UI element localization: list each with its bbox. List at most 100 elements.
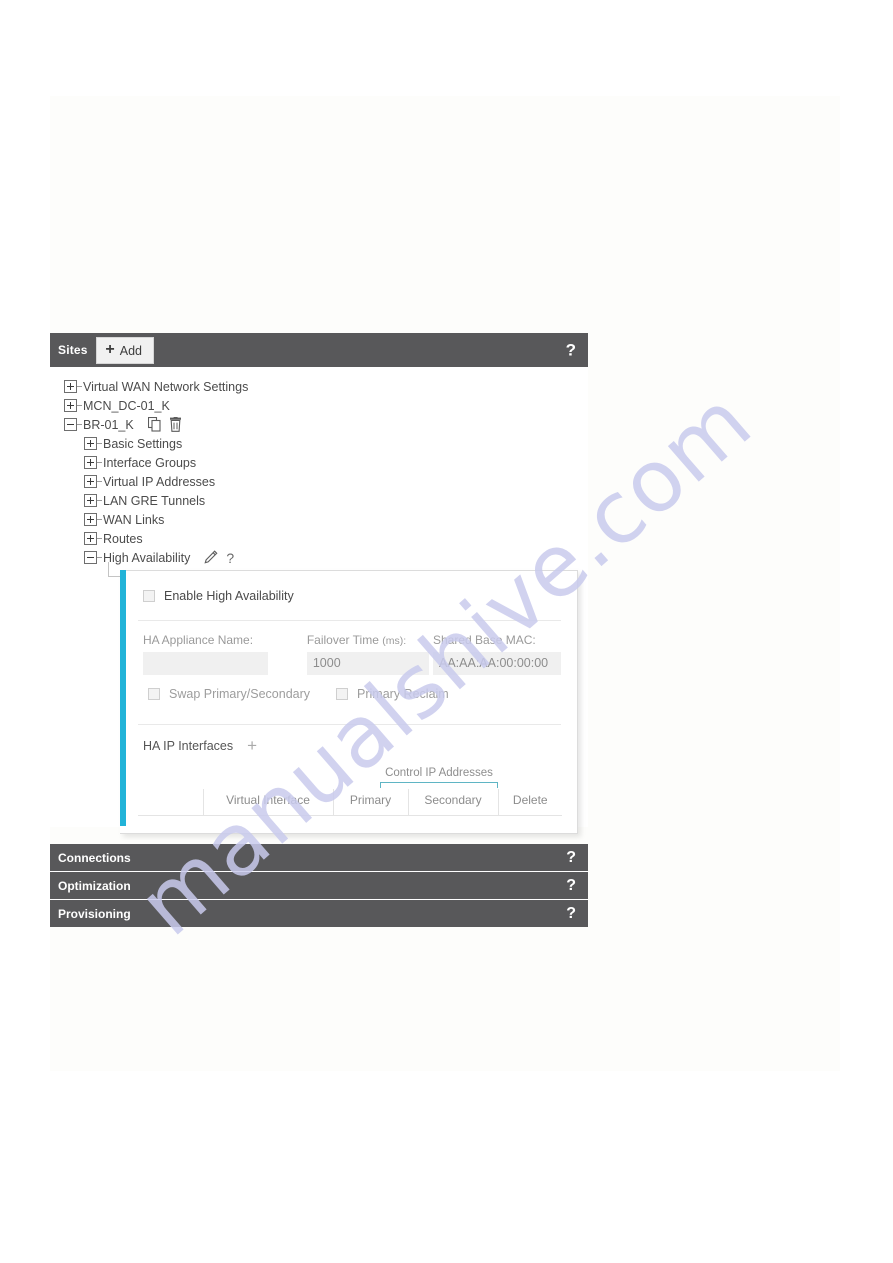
section-label: Optimization [58, 878, 131, 893]
failover-time-label-text: Failover Time [306, 633, 379, 647]
sites-tree: Virtual WAN Network Settings MCN_DC-01_K… [50, 377, 588, 567]
primary-reclaim-label: Primary Reclaim [357, 687, 449, 701]
section-label: Connections [58, 850, 131, 865]
ha-enable-section: Enable High Availability [138, 571, 561, 621]
tree-item-basic-settings[interactable]: Basic Settings [64, 434, 588, 453]
table-col-spacer [138, 789, 204, 816]
failover-time-label: Failover Time (ms): [307, 633, 433, 647]
shared-base-mac-label: Shared Base MAC: [433, 633, 536, 647]
swap-primary-secondary-group[interactable]: Swap Primary/Secondary [148, 687, 310, 701]
tree-item-virtual-wan-network-settings[interactable]: Virtual WAN Network Settings [64, 377, 588, 396]
page-title: Sites [58, 343, 88, 357]
add-site-button[interactable]: + Add [95, 337, 154, 364]
enable-high-availability-label: Enable High Availability [164, 588, 294, 603]
connections-help-icon[interactable]: ? [566, 849, 576, 866]
control-ip-addresses-label: Control IP Addresses [385, 767, 493, 779]
ha-ip-interfaces-section: HA IP Interfaces + Control IP Addresses [138, 725, 562, 833]
section-bar-provisioning[interactable]: Provisioning ? [50, 900, 588, 927]
section-bar-connections[interactable]: Connections ? [50, 844, 588, 871]
expand-plus-icon[interactable] [64, 380, 77, 393]
tree-item-routes[interactable]: Routes [64, 529, 588, 548]
tree-item-label[interactable]: WAN Links [103, 513, 164, 527]
optimization-help-icon[interactable]: ? [566, 877, 576, 894]
tree-elbow [97, 538, 102, 539]
trash-icon[interactable] [169, 417, 182, 432]
add-site-label: Add [119, 343, 142, 358]
table-col-virtual-interface: Virtual Interface [203, 789, 334, 816]
tree-item-lan-gre-tunnels[interactable]: LAN GRE Tunnels [64, 491, 588, 510]
sites-panel-header: Sites + Add ? [50, 333, 588, 367]
section-divider [50, 871, 588, 872]
tree-elbow [97, 443, 102, 444]
tree-item-high-availability[interactable]: High Availability ? [64, 548, 588, 567]
shared-base-mac-input[interactable] [433, 652, 561, 675]
ha-ip-interfaces-title: HA IP Interfaces [143, 738, 234, 753]
expand-plus-icon[interactable] [84, 494, 97, 507]
table-col-delete: Delete [512, 793, 548, 807]
swap-primary-secondary-checkbox[interactable] [148, 688, 160, 700]
ha-ip-interfaces-table: Virtual Interface Primary Secondary Dele… [138, 789, 562, 816]
tree-item-label[interactable]: MCN_DC-01_K [83, 399, 170, 413]
pencil-icon[interactable] [202, 550, 218, 565]
section-label: Provisioning [58, 906, 131, 921]
section-bar-optimization[interactable]: Optimization ? [50, 872, 588, 899]
tree-item-label[interactable]: Virtual IP Addresses [103, 475, 215, 489]
tree-item-mcn-dc-01-k[interactable]: MCN_DC-01_K [64, 396, 588, 415]
tree-connector-horizontal [108, 576, 120, 577]
collapse-minus-icon[interactable] [84, 551, 97, 564]
tree-item-label[interactable]: Virtual WAN Network Settings [83, 380, 248, 394]
failover-time-unit: (ms): [382, 635, 407, 647]
failover-time-input[interactable] [306, 652, 429, 675]
ha-appliance-name-input[interactable] [143, 652, 268, 675]
ha-appliance-name-label: HA Appliance Name: [143, 633, 254, 647]
tree-item-label[interactable]: Basic Settings [103, 437, 182, 451]
enable-high-availability-checkbox[interactable] [143, 589, 155, 602]
tree-elbow [77, 386, 82, 387]
expand-plus-icon[interactable] [84, 456, 97, 469]
tree-elbow [97, 519, 102, 520]
tree-elbow [77, 405, 82, 406]
tree-item-label[interactable]: BR-01_K [83, 418, 134, 432]
tree-item-label[interactable]: Interface Groups [103, 456, 196, 470]
plus-icon: + [105, 340, 115, 358]
expand-plus-icon[interactable] [64, 399, 77, 412]
ha-fields-section: HA Appliance Name: Failover Time (ms): S… [138, 621, 561, 725]
primary-reclaim-group[interactable]: Primary Reclaim [336, 687, 449, 701]
table-col-secondary: Secondary [408, 789, 499, 816]
provisioning-help-icon[interactable]: ? [566, 905, 576, 922]
add-ha-ip-interface-button[interactable]: + [247, 737, 257, 754]
enable-high-availability-row[interactable]: Enable High Availability [138, 571, 561, 620]
expand-plus-icon[interactable] [84, 532, 97, 545]
clone-icon[interactable] [147, 417, 162, 432]
tree-item-virtual-ip-addresses[interactable]: Virtual IP Addresses [64, 472, 588, 491]
tree-elbow [97, 557, 102, 558]
sites-help-icon[interactable]: ? [566, 342, 576, 359]
tree-elbow [77, 424, 82, 425]
table-col-primary: Primary [333, 789, 409, 816]
expand-plus-icon[interactable] [84, 437, 97, 450]
primary-reclaim-checkbox[interactable] [336, 688, 349, 700]
help-icon[interactable]: ? [226, 551, 234, 565]
ha-appliance-name-field: HA Appliance Name: [143, 633, 288, 675]
tree-connector-vertical [108, 562, 109, 576]
tree-item-interface-groups[interactable]: Interface Groups [64, 453, 588, 472]
expand-plus-icon[interactable] [84, 475, 97, 488]
tree-item-label[interactable]: High Availability [103, 551, 190, 565]
tree-elbow [97, 462, 102, 463]
ha-ip-interfaces-header: HA IP Interfaces + [138, 725, 561, 765]
section-divider [50, 899, 588, 900]
control-ip-group-header-row: Control IP Addresses [138, 765, 561, 789]
control-ip-group-bracket [380, 782, 498, 788]
collapse-minus-icon[interactable] [64, 418, 77, 431]
tree-item-wan-links[interactable]: WAN Links [64, 510, 588, 529]
page-root: manualshive.com Sites + Add ? Virtual WA… [0, 0, 893, 1263]
tree-item-label[interactable]: LAN GRE Tunnels [103, 494, 205, 508]
table-empty-area [138, 816, 561, 833]
tree-item-br-01-k[interactable]: BR-01_K [64, 415, 588, 434]
ha-options-row: Swap Primary/Secondary Primary Reclaim [143, 675, 561, 714]
expand-plus-icon[interactable] [84, 513, 97, 526]
failover-time-field: Failover Time (ms): [306, 633, 433, 675]
tree-item-label[interactable]: Routes [103, 532, 143, 546]
swap-primary-secondary-label: Swap Primary/Secondary [169, 687, 311, 701]
tree-row-actions [147, 417, 182, 432]
